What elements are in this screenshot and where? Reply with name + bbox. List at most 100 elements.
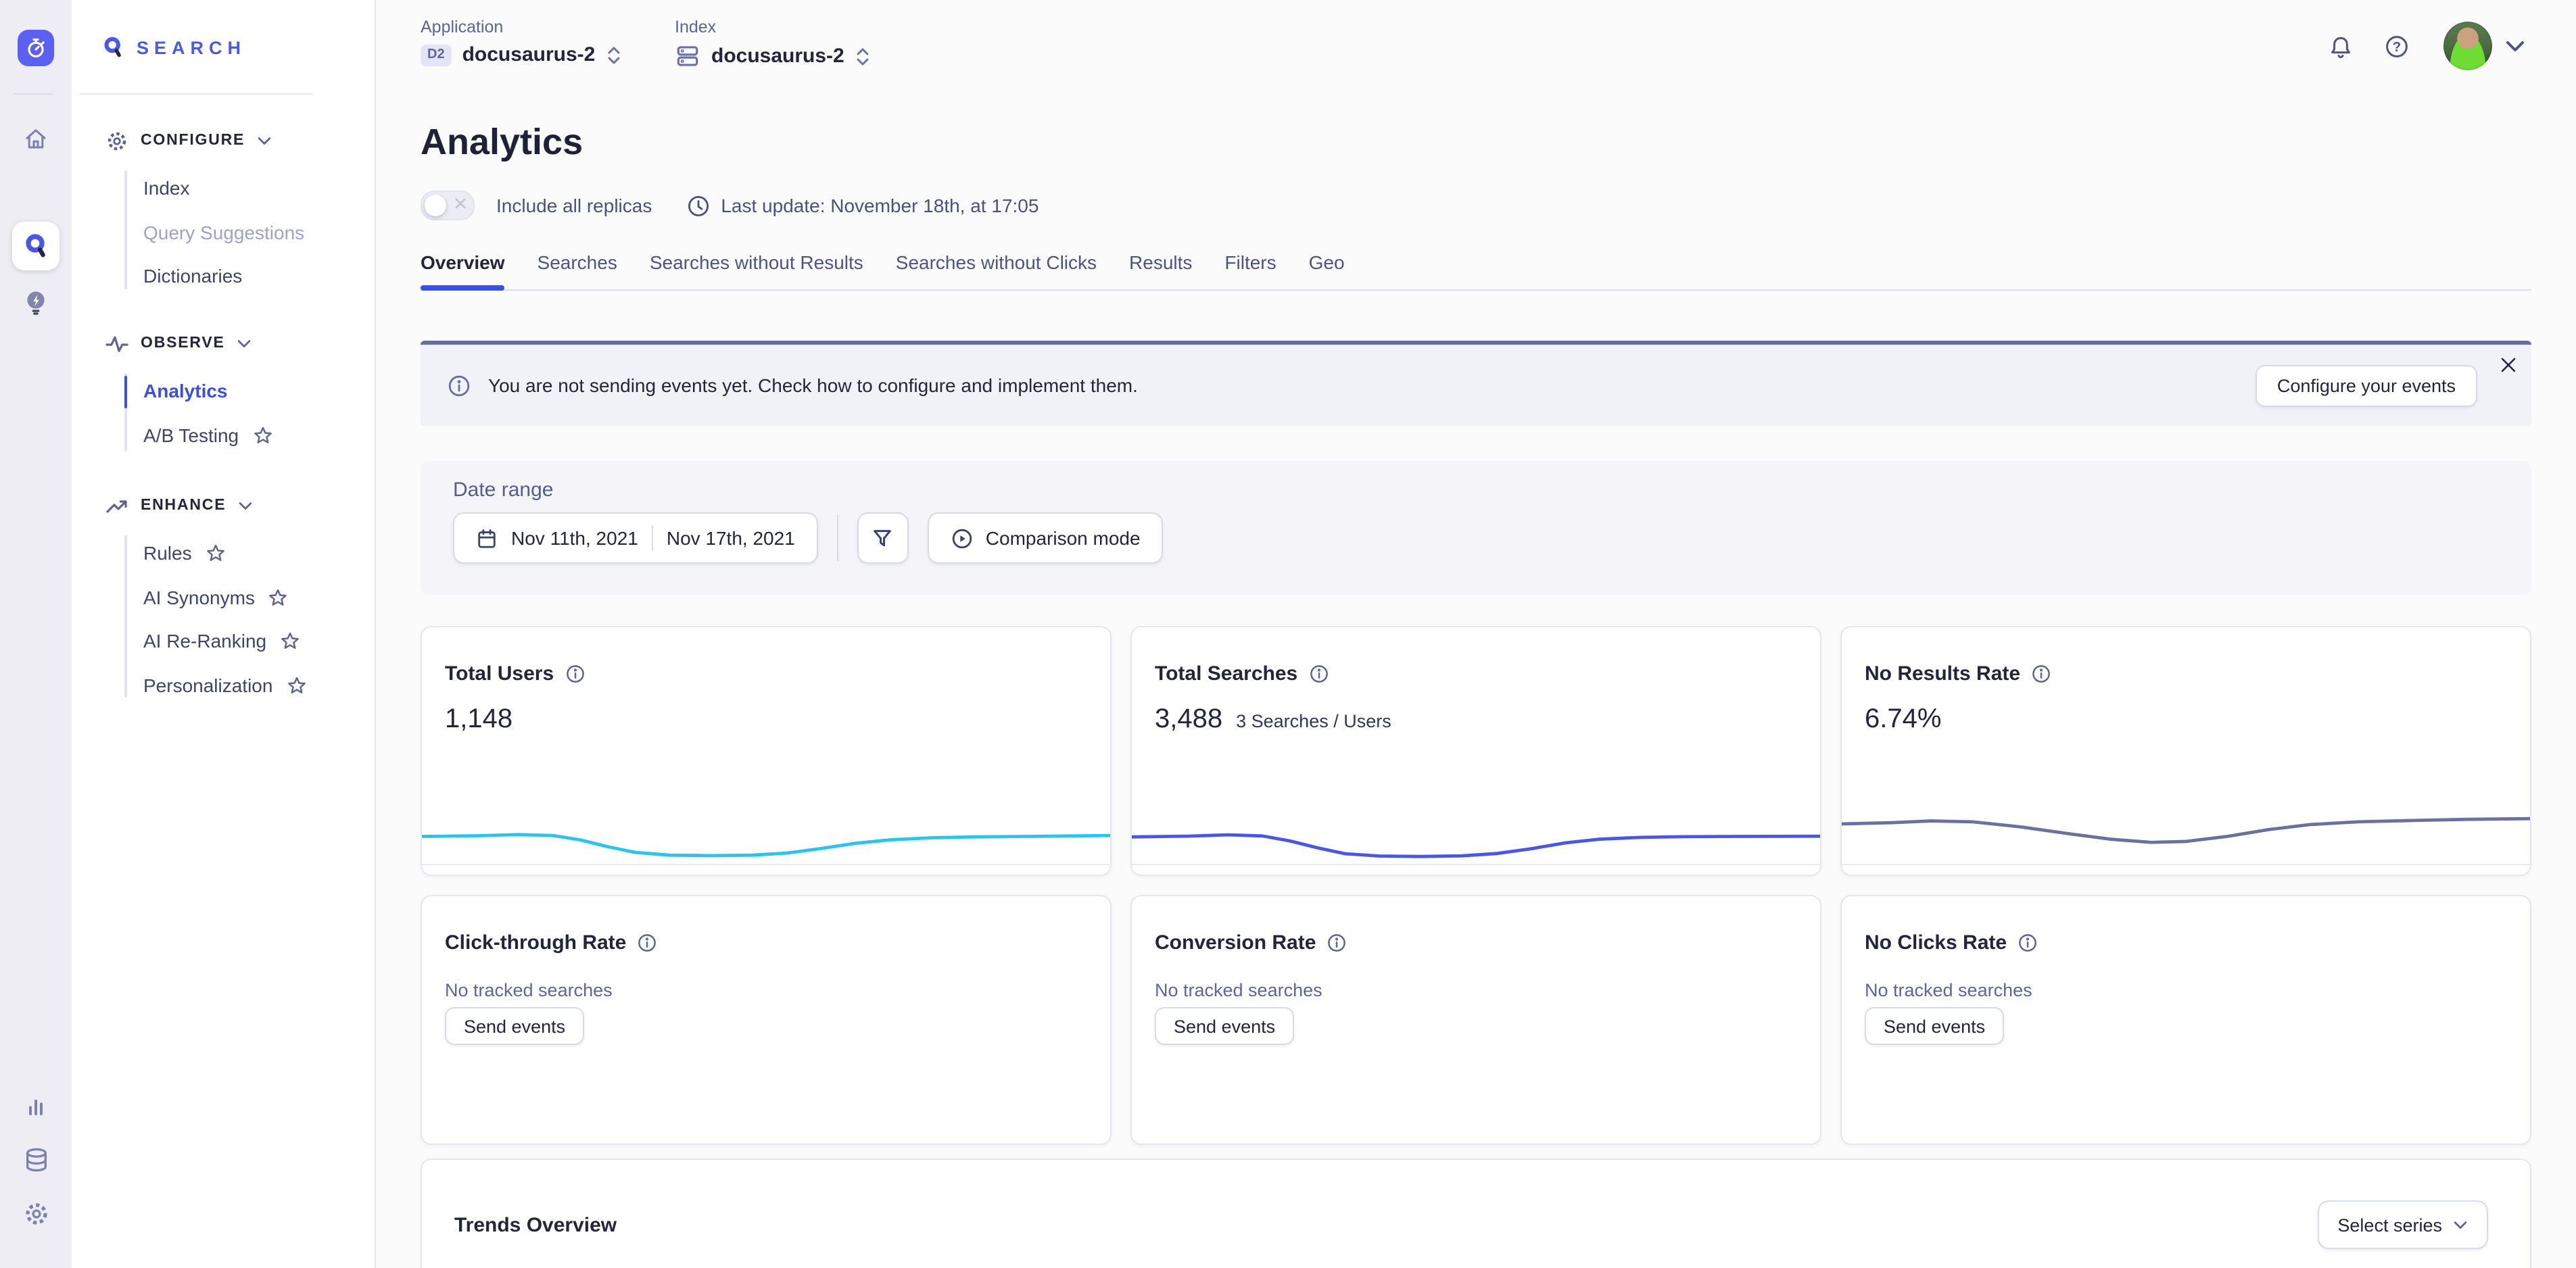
page-title: Analytics: [421, 122, 583, 164]
info-icon[interactable]: [2018, 933, 2038, 953]
sort-chevrons-icon: [855, 47, 872, 66]
date-range-panel: Date range Nov 11th, 2021 Nov 17th, 2021: [421, 461, 2531, 595]
select-series-button[interactable]: Select series: [2317, 1200, 2488, 1249]
no-tracked-searches-text: No tracked searches: [1865, 980, 2032, 1000]
info-icon[interactable]: [2031, 664, 2051, 684]
algolia-dashboard: SEARCH CONFIGURE Index Query Suggestions…: [0, 0, 2576, 1268]
filter-button[interactable]: [857, 512, 909, 564]
star-icon[interactable]: [268, 587, 289, 608]
close-icon[interactable]: [2500, 357, 2517, 373]
comparison-mode-button[interactable]: Comparison mode: [928, 512, 1164, 564]
lightbulb-bolt-icon[interactable]: [22, 288, 50, 318]
star-icon[interactable]: [286, 675, 306, 696]
date-range-picker[interactable]: Nov 11th, 2021 Nov 17th, 2021: [453, 512, 818, 564]
include-replicas-toggle[interactable]: [421, 191, 475, 220]
star-icon[interactable]: [280, 631, 300, 651]
date-range-label: Date range: [453, 479, 553, 502]
tab-overview[interactable]: Overview: [421, 251, 505, 289]
searches-per-user: 3 Searches / Users: [1236, 711, 1391, 731]
index-label: Index: [675, 18, 716, 36]
pulse-icon: [105, 332, 128, 355]
tab-searches[interactable]: Searches: [538, 251, 617, 289]
tab-searches-without-clicks[interactable]: Searches without Clicks: [896, 251, 1097, 289]
chevron-down-icon: [257, 136, 272, 145]
account-chevron-down-icon[interactable]: [2506, 41, 2525, 53]
sidebar-item-rules[interactable]: Rules: [143, 538, 226, 568]
tab-searches-without-results[interactable]: Searches without Results: [650, 251, 863, 289]
tab-geo[interactable]: Geo: [1309, 251, 1345, 289]
trends-overview-card: Trends Overview Select series: [421, 1159, 2531, 1268]
section-configure[interactable]: CONFIGURE: [105, 128, 272, 153]
info-icon[interactable]: [637, 933, 657, 953]
sidebar-divider: [80, 93, 312, 95]
last-update-text: Last update: November 18th, at 17:05: [721, 195, 1039, 216]
tab-results[interactable]: Results: [1129, 251, 1192, 289]
star-icon[interactable]: [252, 425, 272, 445]
sidebar-item-query-suggestions[interactable]: Query Suggestions: [143, 218, 304, 247]
user-avatar[interactable]: [2443, 22, 2492, 70]
send-events-button[interactable]: Send events: [1865, 1007, 2004, 1045]
configure-items-rule: [124, 170, 127, 289]
configure-events-button[interactable]: Configure your events: [2256, 364, 2477, 406]
database-icon[interactable]: [23, 1146, 50, 1173]
product-logo[interactable]: SEARCH: [101, 35, 246, 61]
active-item-indicator: [124, 376, 127, 408]
bar-chart-icon[interactable]: [23, 1095, 49, 1119]
info-icon[interactable]: [1327, 933, 1347, 953]
play-circle-icon: [951, 527, 974, 550]
events-banner: You are not sending events yet. Check ho…: [421, 341, 2531, 426]
date-end: Nov 17th, 2021: [667, 527, 795, 549]
svg-text:?: ?: [2393, 40, 2401, 55]
toggle-off-x-icon: [454, 197, 467, 210]
application-label: Application: [421, 18, 503, 36]
include-replicas-label: Include all replicas: [496, 195, 652, 216]
index-selector[interactable]: docusaurus-2: [675, 43, 872, 69]
banner-message: You are not sending events yet. Check ho…: [488, 374, 1138, 396]
home-icon[interactable]: [23, 126, 49, 151]
analytics-tabs: Overview Searches Searches without Resul…: [421, 251, 2531, 291]
sidebar-item-ai-reranking[interactable]: AI Re-Ranking: [143, 626, 300, 656]
info-icon[interactable]: [565, 664, 585, 684]
toggle-knob: [425, 195, 446, 216]
conversion-rate-card: Conversion Rate No tracked searches Send…: [1130, 895, 1821, 1145]
info-icon[interactable]: [1308, 664, 1329, 684]
no-results-rate-value: 6.74%: [1865, 704, 1941, 735]
metrics-grid: Total Users 1,148 Total Searches 3,488 3…: [421, 626, 2531, 1145]
total-searches-value: 3,488: [1155, 704, 1222, 735]
send-events-button[interactable]: Send events: [445, 1007, 584, 1045]
star-icon[interactable]: [206, 543, 226, 563]
sidebar-item-index[interactable]: Index: [143, 173, 190, 203]
search-icon: [22, 232, 49, 260]
trend-up-icon: [105, 494, 128, 517]
tab-filters[interactable]: Filters: [1224, 251, 1276, 289]
clock-icon: [687, 194, 710, 217]
search-product-tile[interactable]: [12, 222, 59, 270]
app-rail: [0, 0, 72, 1268]
no-clicks-rate-card: No Clicks Rate No tracked searches Send …: [1840, 895, 2531, 1145]
search-logo-icon: [101, 35, 126, 61]
page-meta-row: Include all replicas Last update: Novemb…: [421, 191, 1039, 220]
sidebar-item-ai-synonyms[interactable]: AI Synonyms: [143, 583, 289, 612]
no-results-rate-card: No Results Rate 6.74%: [1840, 626, 2531, 876]
chevron-down-icon: [2453, 1220, 2468, 1229]
observe-items-rule: [124, 373, 127, 452]
no-tracked-searches-text: No tracked searches: [1155, 980, 1322, 1000]
sidebar-item-personalization[interactable]: Personalization: [143, 670, 306, 700]
calendar-icon: [476, 527, 498, 550]
sidebar-item-analytics[interactable]: Analytics: [143, 376, 228, 406]
send-events-button[interactable]: Send events: [1155, 1007, 1294, 1045]
chevron-down-icon: [238, 501, 253, 510]
section-observe[interactable]: OBSERVE: [105, 331, 252, 356]
section-enhance[interactable]: ENHANCE: [105, 493, 253, 518]
total-users-sparkline: [422, 791, 1110, 865]
sidebar-item-dictionaries[interactable]: Dictionaries: [143, 261, 242, 291]
rail-divider: [14, 93, 53, 95]
sidebar-item-ab-testing[interactable]: A/B Testing: [143, 420, 272, 450]
info-icon: [448, 374, 471, 397]
enhance-items-rule: [124, 535, 127, 698]
bell-icon[interactable]: [2329, 35, 2353, 61]
help-icon[interactable]: ?: [2384, 34, 2410, 59]
application-selector[interactable]: D2 docusaurus-2: [421, 43, 622, 66]
stopwatch-app-tile[interactable]: [18, 30, 54, 66]
gear-icon[interactable]: [23, 1200, 50, 1227]
